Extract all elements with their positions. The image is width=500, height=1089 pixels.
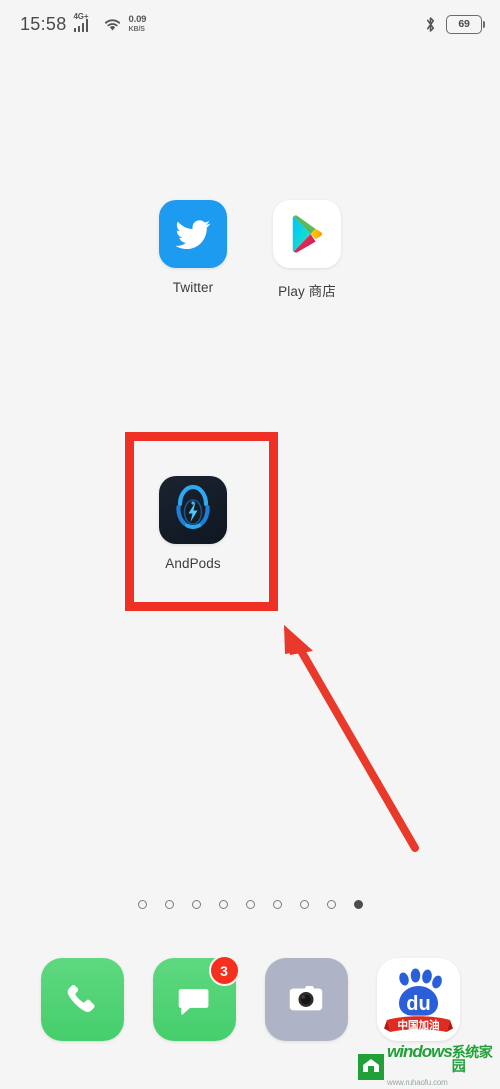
network-speed-indicator: 0.09 KB/S — [129, 15, 147, 33]
app-item-play-store[interactable]: Play 商店 — [250, 200, 364, 300]
baidu-icon[interactable]: du 中国加油 — [376, 958, 460, 1041]
watermark-url: www.ruhaofu.com — [387, 1078, 448, 1087]
page-dot-active[interactable] — [353, 900, 363, 909]
baidu-du-text: du — [406, 993, 430, 1015]
page-dot[interactable] — [245, 900, 255, 909]
wifi-icon — [103, 16, 122, 32]
twitter-icon[interactable] — [159, 200, 227, 268]
dock-item-phone[interactable] — [40, 958, 124, 1041]
watermark-text: windows 系统家园 www.ruhaofu.com — [387, 1043, 498, 1089]
page-indicator — [0, 900, 500, 909]
status-bar: 15:58 4G+ 0.09 KB/S 69 — [0, 0, 500, 48]
dock-item-baidu[interactable]: du 中国加油 — [376, 958, 460, 1041]
page-dot[interactable] — [218, 900, 228, 909]
bluetooth-icon — [424, 15, 437, 34]
baidu-banner-text: 中国加油 — [397, 1019, 439, 1032]
signal-bars-glyph — [73, 19, 89, 32]
app-label: Twitter — [172, 280, 214, 295]
app-label: Play 商店 — [278, 284, 336, 299]
google-play-icon[interactable] — [273, 200, 341, 268]
watermark-name-en: windows — [387, 1042, 453, 1061]
app-grid-row-2: AndPods — [0, 476, 500, 571]
page-dot[interactable] — [164, 900, 174, 909]
watermark-logo-icon — [358, 1052, 384, 1080]
dock-item-messages[interactable]: 3 — [152, 955, 240, 1041]
network-speed-unit: KB/S — [128, 25, 145, 33]
app-label: AndPods — [165, 556, 221, 571]
page-dot[interactable] — [299, 900, 309, 909]
notification-badge: 3 — [208, 955, 240, 986]
dock-item-camera[interactable] — [264, 958, 348, 1041]
phone-icon[interactable] — [40, 958, 124, 1041]
watermark-name-cn: 系统家园 — [451, 1044, 493, 1074]
dock: 3 du 中国加油 — [0, 955, 500, 1048]
camera-icon[interactable] — [264, 958, 348, 1041]
andpods-icon[interactable] — [159, 476, 227, 544]
status-bar-clock: 15:58 — [20, 13, 67, 34]
page-dot[interactable] — [272, 900, 282, 909]
app-item-twitter[interactable]: Twitter — [136, 200, 250, 300]
app-item-andpods[interactable]: AndPods — [136, 476, 250, 571]
signal-bars-icon: 4G+ — [73, 13, 96, 34]
page-dot[interactable] — [326, 900, 336, 909]
page-dot[interactable] — [137, 900, 147, 909]
battery-level-label: 69 — [458, 18, 470, 30]
status-bar-left: 15:58 4G+ 0.09 KB/S — [20, 13, 147, 35]
watermark: windows 系统家园 www.ruhaofu.com — [358, 1043, 498, 1087]
network-speed-value: 0.09 — [128, 14, 147, 26]
status-bar-right: 69 — [424, 14, 485, 34]
page-dot[interactable] — [191, 900, 201, 909]
app-grid-row-1: Twitter Play 商店 — [0, 200, 500, 300]
annotation-arrow — [284, 625, 419, 852]
battery-indicator: 69 — [446, 14, 485, 34]
